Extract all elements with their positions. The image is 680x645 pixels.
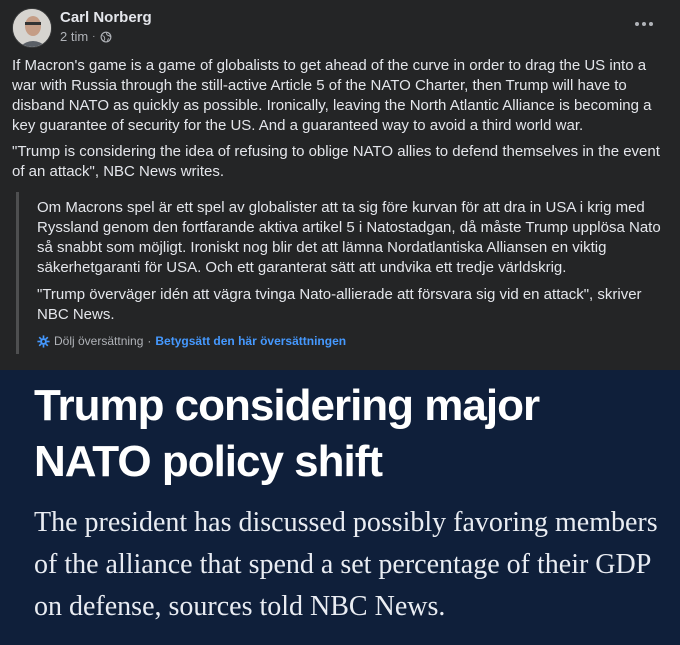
facebook-post: Carl Norberg 2 tim · If Macron's game is… <box>0 0 680 370</box>
footer-separator: · <box>147 334 152 348</box>
translation-paragraph: Om Macrons spel är ett spel av globalist… <box>37 199 661 276</box>
avatar-image <box>13 9 51 47</box>
avatar[interactable] <box>12 8 52 48</box>
rate-translation-link[interactable]: Betygsätt den här översättningen <box>155 334 346 348</box>
translation-block: Om Macrons spel är ett spel av globalist… <box>16 192 668 354</box>
more-options-icon[interactable] <box>630 14 658 34</box>
translation-footer: Dölj översättning · Betygsätt den här öv… <box>37 334 346 348</box>
post-header: Carl Norberg 2 tim · <box>12 8 668 48</box>
article-subhead: The president has discussed possibly fav… <box>34 507 658 622</box>
post-time[interactable]: 2 tim <box>60 29 88 44</box>
post-body: If Macron's game is a game of globalists… <box>12 56 668 188</box>
post-meta: 2 tim · <box>60 29 112 44</box>
post-paragraph: "Trump is considering the idea of refusi… <box>12 143 660 180</box>
translation-paragraph: "Trump överväger idén att vägra tvinga N… <box>37 286 642 323</box>
post-paragraph: If Macron's game is a game of globalists… <box>12 57 652 134</box>
author-name[interactable]: Carl Norberg <box>60 9 152 26</box>
globe-icon <box>100 31 111 42</box>
gear-icon <box>37 334 50 348</box>
meta-separator: · <box>92 31 96 42</box>
hide-translation-link[interactable]: Dölj översättning <box>54 334 143 348</box>
article-headline: Trump considering major NATO policy shif… <box>34 381 540 486</box>
shared-article-image[interactable]: Trump considering major NATO policy shif… <box>0 370 680 645</box>
